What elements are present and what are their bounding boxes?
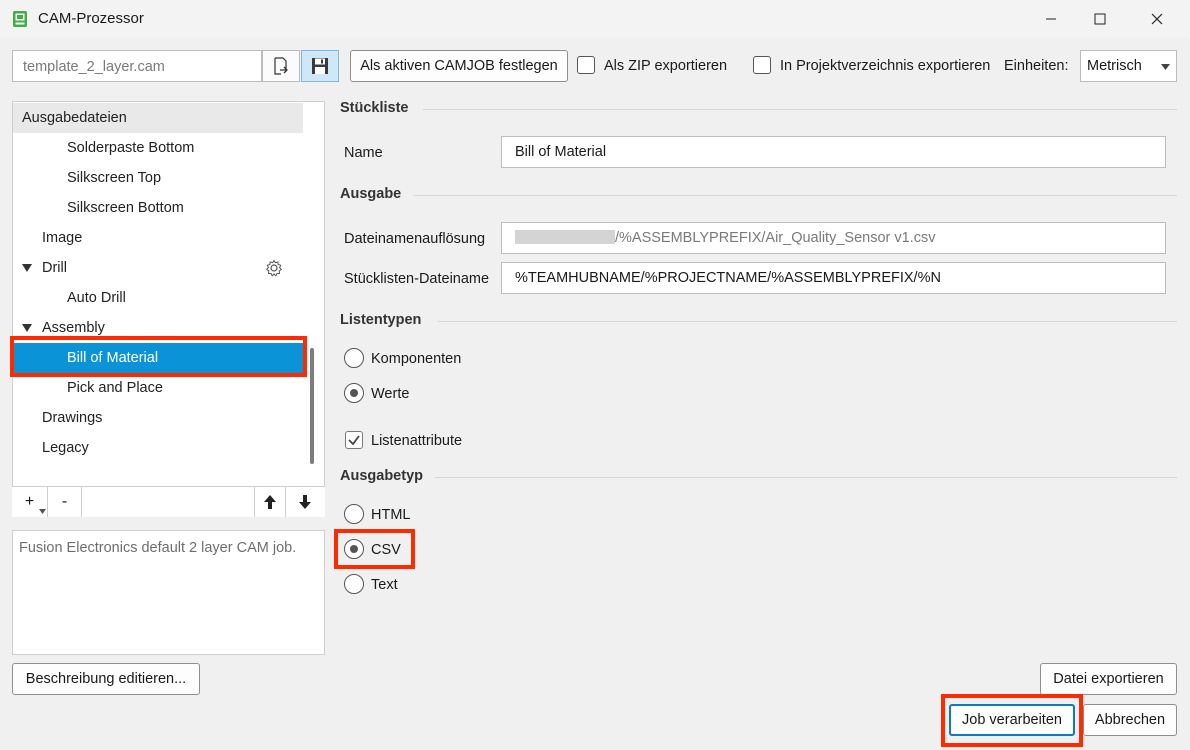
add-button[interactable]: +	[12, 487, 48, 517]
tree-footer-toolbar: + -	[12, 486, 325, 517]
highlight-selected-tree-item	[10, 336, 307, 377]
bom-filename-input[interactable]: %TEAMHUBNAME/%PROJECTNAME/%ASSEMBLYPREFI…	[501, 262, 1166, 294]
set-active-camjob-button[interactable]: Als aktiven CAMJOB festlegen	[350, 50, 568, 82]
redacted-path	[515, 230, 615, 244]
section-output-type-title: Ausgabetyp	[340, 468, 423, 484]
tree-item-label: Solderpaste Bottom	[67, 140, 195, 156]
tree-item-silkscreen-top[interactable]: Silkscreen Top	[13, 163, 303, 193]
add-label: +	[24, 493, 35, 510]
close-icon	[1151, 13, 1163, 25]
filename-resolution-value: /%ASSEMBLYPREFIX/Air_Quality_Sensor v1.c…	[615, 230, 936, 246]
tree-item-label: Assembly	[42, 320, 105, 336]
radio-components[interactable]	[344, 348, 364, 368]
move-down-button[interactable]	[286, 487, 324, 517]
filename-resolution-label: Dateinamenauflösung	[344, 231, 486, 247]
tree-header-output-files[interactable]: Ausgabedateien	[13, 103, 303, 133]
section-bom-title: Stückliste	[340, 100, 409, 116]
units-select-value: Metrisch	[1087, 58, 1142, 74]
section-list-types-title: Listentypen	[340, 312, 422, 328]
close-button[interactable]	[1134, 0, 1180, 38]
minimize-icon	[1046, 18, 1056, 20]
cam-processor-app-icon	[13, 11, 27, 27]
maximize-button[interactable]	[1077, 0, 1123, 38]
open-file-button[interactable]	[262, 50, 300, 82]
bom-filename-label: Stücklisten-Dateiname	[344, 271, 490, 287]
tree-item-auto-drill[interactable]: Auto Drill	[13, 283, 303, 313]
tree-item-drawings[interactable]: Drawings	[13, 403, 303, 433]
edit-description-button[interactable]: Beschreibung editieren...	[12, 663, 200, 695]
tree-item-label: Drawings	[42, 410, 103, 426]
process-job-button[interactable]: Job verarbeiten	[949, 704, 1075, 736]
tree-item-label: Auto Drill	[67, 290, 126, 306]
tree-item-drill[interactable]: Drill	[13, 253, 303, 283]
project-export-checkbox[interactable]	[753, 56, 771, 74]
name-label: Name	[344, 145, 383, 161]
expand-triangle-icon[interactable]	[22, 264, 32, 272]
tree-item-label: Image	[42, 230, 83, 246]
arrow-up-icon	[264, 495, 276, 509]
units-select[interactable]: Metrisch	[1080, 50, 1177, 82]
template-file-input[interactable]: template_2_layer.cam	[12, 50, 262, 82]
tree-header-label: Ausgabedateien	[22, 110, 127, 126]
cancel-button[interactable]: Abbrechen	[1083, 704, 1177, 736]
radio-values[interactable]	[344, 383, 364, 403]
export-file-button[interactable]: Datei exportieren	[1040, 663, 1177, 695]
save-button[interactable]	[301, 50, 339, 82]
section-divider	[413, 195, 1177, 196]
tree-item-label: Drill	[42, 260, 67, 276]
expand-triangle-icon[interactable]	[22, 324, 32, 332]
dropdown-arrow-icon	[39, 509, 46, 514]
gear-icon[interactable]	[265, 259, 283, 277]
list-attributes-checkbox[interactable]	[345, 431, 363, 449]
minimize-button[interactable]	[1028, 0, 1074, 38]
tree-item-pick-and-place[interactable]: Pick and Place	[13, 373, 303, 403]
name-input[interactable]: Bill of Material	[501, 136, 1166, 168]
remove-label: -	[61, 493, 68, 510]
radio-text-label: Text	[371, 577, 398, 593]
output-tree: Ausgabedateien Solderpaste Bottom Silksc…	[12, 101, 325, 517]
move-up-button[interactable]	[254, 487, 286, 517]
section-divider	[438, 321, 1177, 322]
tree-item-label: Legacy	[42, 440, 89, 456]
zip-export-label: Als ZIP exportieren	[604, 58, 728, 74]
checkmark-icon	[348, 435, 360, 446]
tree-item-label: Pick and Place	[67, 380, 163, 396]
radio-values-label: Werte	[371, 386, 410, 402]
window-title: CAM-Prozessor	[38, 10, 144, 27]
zip-export-checkbox[interactable]	[577, 56, 595, 74]
radio-html-label: HTML	[371, 507, 411, 523]
tree-item-label: Silkscreen Bottom	[67, 200, 184, 216]
section-divider	[435, 477, 1177, 478]
tree-scrollbar[interactable]	[310, 348, 314, 464]
title-bar	[0, 0, 1190, 38]
chevron-down-icon	[1161, 64, 1170, 70]
radio-text[interactable]	[344, 574, 364, 594]
save-icon	[312, 58, 328, 74]
remove-button[interactable]: -	[48, 487, 82, 517]
units-label: Einheiten:	[1004, 58, 1069, 74]
arrow-down-icon	[299, 495, 311, 509]
radio-html[interactable]	[344, 504, 364, 524]
highlight-csv-option	[334, 529, 415, 569]
job-description: Fusion Electronics default 2 layer CAM j…	[12, 530, 325, 655]
tree-item-legacy[interactable]: Legacy	[13, 433, 303, 463]
tree-item-solderpaste-bottom[interactable]: Solderpaste Bottom	[13, 133, 303, 163]
section-output-title: Ausgabe	[340, 186, 402, 202]
list-attributes-label: Listenattribute	[371, 433, 463, 449]
tree-item-image[interactable]: Image	[13, 223, 303, 253]
maximize-icon	[1094, 13, 1106, 25]
open-file-icon	[274, 57, 288, 75]
tree-item-silkscreen-bottom[interactable]: Silkscreen Bottom	[13, 193, 303, 223]
section-divider	[423, 109, 1177, 110]
tree-item-label: Silkscreen Top	[67, 170, 162, 186]
project-export-label: In Projektverzeichnis exportieren	[780, 58, 991, 74]
radio-components-label: Komponenten	[371, 351, 462, 367]
filename-resolution-field: /%ASSEMBLYPREFIX/Air_Quality_Sensor v1.c…	[501, 222, 1166, 254]
